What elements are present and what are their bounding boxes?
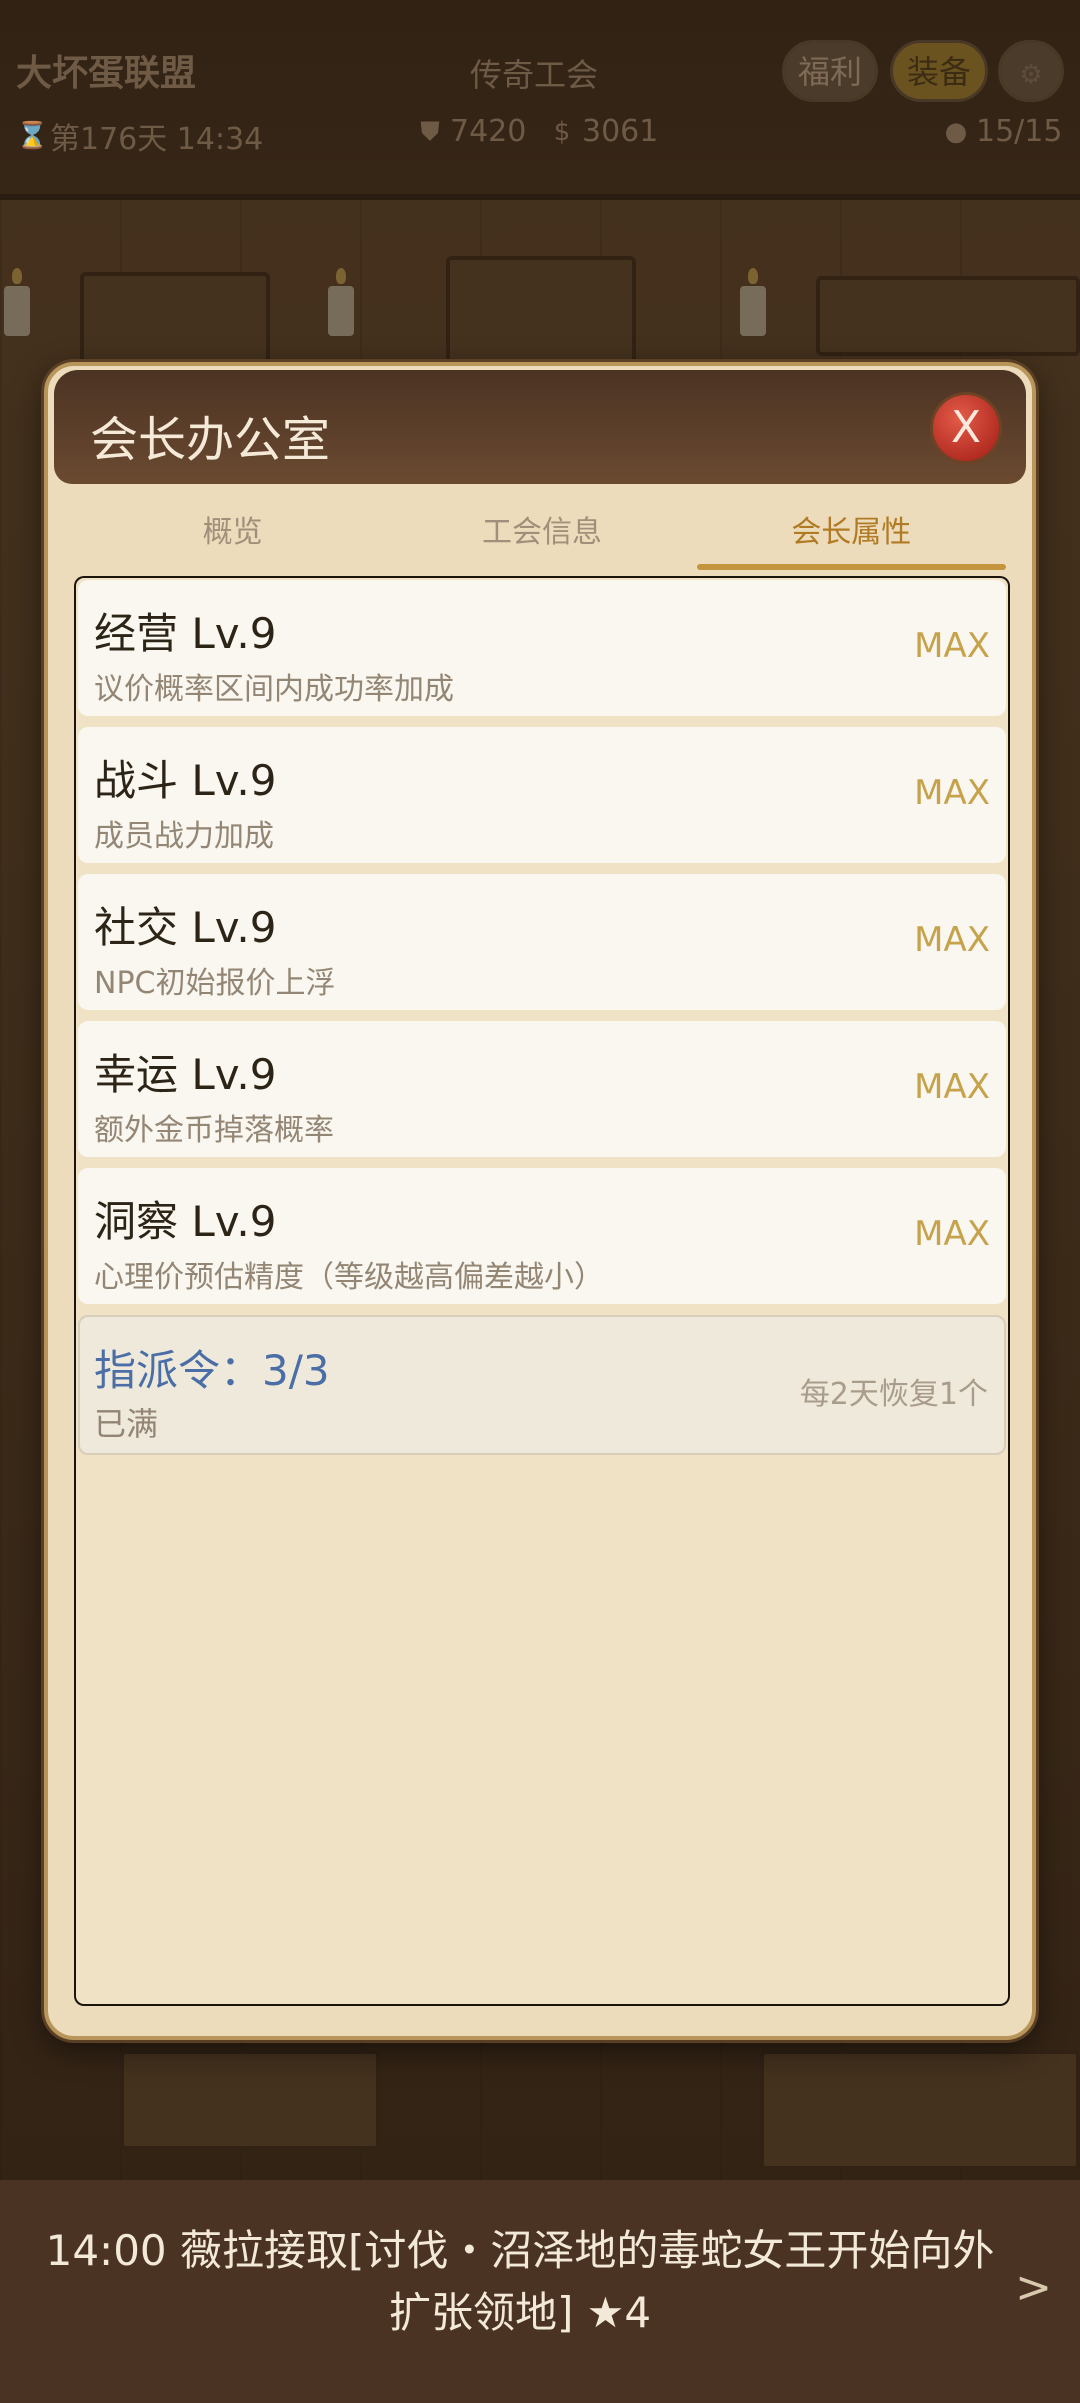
president-office-dialog: 会长办公室 X 概览 工会信息 会长属性 经营 Lv.9 议价概率区间内成功率加… xyxy=(44,362,1036,2040)
defense-stat: ⛊ 7420 xyxy=(416,114,526,149)
attribute-card-insight: 洞察 Lv.9 心理价预估精度（等级越高偏差越小） MAX xyxy=(78,1168,1006,1304)
news-ticker[interactable]: 14:00 薇拉接取[讨伐・沼泽地的毒蛇女王开始向外扩张领地] ★4 > xyxy=(0,2180,1080,2403)
close-button[interactable]: X xyxy=(930,392,1002,464)
gold-value: 3061 xyxy=(582,114,659,149)
attribute-card-combat: 战斗 Lv.9 成员战力加成 MAX xyxy=(78,727,1006,863)
attribute-name: 经营 Lv.9 xyxy=(94,609,277,658)
attribute-card-business: 经营 Lv.9 议价概率区间内成功率加成 MAX xyxy=(78,580,1006,716)
dialog-title: 会长办公室 xyxy=(90,412,331,468)
tab-bar: 概览 工会信息 会长属性 xyxy=(78,508,1007,570)
attribute-description: NPC初始报价上浮 xyxy=(94,966,336,1001)
defense-value: 7420 xyxy=(450,114,527,149)
dispatch-order-card: 指派令：3/3 已满 每2天恢复1个 xyxy=(78,1315,1006,1455)
attribute-description: 议价概率区间内成功率加成 xyxy=(94,672,454,707)
dispatch-order-status: 已满 xyxy=(94,1405,159,1443)
attribute-list: 经营 Lv.9 议价概率区间内成功率加成 MAX 战斗 Lv.9 成员战力加成 … xyxy=(78,580,1006,1455)
equip-button[interactable]: 装备 xyxy=(890,40,988,102)
dispatch-recovery-note: 每2天恢复1个 xyxy=(799,1377,988,1412)
ticker-message: 14:00 薇拉接取[讨伐・沼泽地的毒蛇女王开始向外扩张领地] ★4 xyxy=(45,2226,995,2337)
attribute-card-luck: 幸运 Lv.9 额外金币掉落概率 MAX xyxy=(78,1021,1006,1157)
chevron-right-icon[interactable]: > xyxy=(1015,2262,1052,2313)
guild-rank: 传奇工会 xyxy=(470,56,599,94)
attribute-max-badge: MAX xyxy=(914,1067,990,1107)
gold-stat: $ 3061 xyxy=(548,114,659,149)
dialog-header: 会长办公室 X xyxy=(54,370,1026,484)
attribute-name: 战斗 Lv.9 xyxy=(94,756,277,805)
guild-name: 大坏蛋联盟 xyxy=(16,53,197,94)
attribute-max-badge: MAX xyxy=(914,1214,990,1254)
attributes-panel: 经营 Lv.9 议价概率区间内成功率加成 MAX 战斗 Lv.9 成员战力加成 … xyxy=(74,576,1010,2006)
day-time: ⌛ 第176天 14:34 xyxy=(16,114,263,158)
attribute-max-badge: MAX xyxy=(914,626,990,666)
shield-icon: ⛊ xyxy=(420,116,440,147)
attribute-name: 洞察 Lv.9 xyxy=(94,1197,277,1246)
person-icon: ● xyxy=(944,116,968,147)
top-hud: 大坏蛋联盟 传奇工会 福利 装备 ⚙ ⌛ 第176天 14:34 ⛊ 7420 … xyxy=(0,0,1080,170)
members-stat: ● 15/15 xyxy=(942,114,1063,149)
dispatch-order-count: 指派令：3/3 xyxy=(94,1346,330,1395)
attribute-card-social: 社交 Lv.9 NPC初始报价上浮 MAX xyxy=(78,874,1006,1010)
attribute-name: 社交 Lv.9 xyxy=(94,903,277,952)
members-value: 15/15 xyxy=(976,114,1063,149)
day-time-text: 第176天 14:34 xyxy=(50,122,264,157)
tab-overview[interactable]: 概览 xyxy=(78,508,387,570)
welfare-button[interactable]: 福利 xyxy=(782,40,878,102)
gear-icon: ⚙ xyxy=(1019,60,1043,90)
tab-guild-info[interactable]: 工会信息 xyxy=(387,508,696,570)
tab-president-attributes[interactable]: 会长属性 xyxy=(696,508,1007,570)
money-bag-icon: $ xyxy=(553,116,571,147)
attribute-max-badge: MAX xyxy=(914,920,990,960)
attribute-name: 幸运 Lv.9 xyxy=(94,1050,277,1099)
attribute-max-badge: MAX xyxy=(914,773,990,813)
attribute-description: 心理价预估精度（等级越高偏差越小） xyxy=(94,1260,604,1295)
attribute-description: 额外金币掉落概率 xyxy=(94,1113,334,1148)
attribute-description: 成员战力加成 xyxy=(94,819,274,854)
hourglass-icon: ⌛ xyxy=(16,121,49,151)
settings-button[interactable]: ⚙ xyxy=(998,40,1064,102)
